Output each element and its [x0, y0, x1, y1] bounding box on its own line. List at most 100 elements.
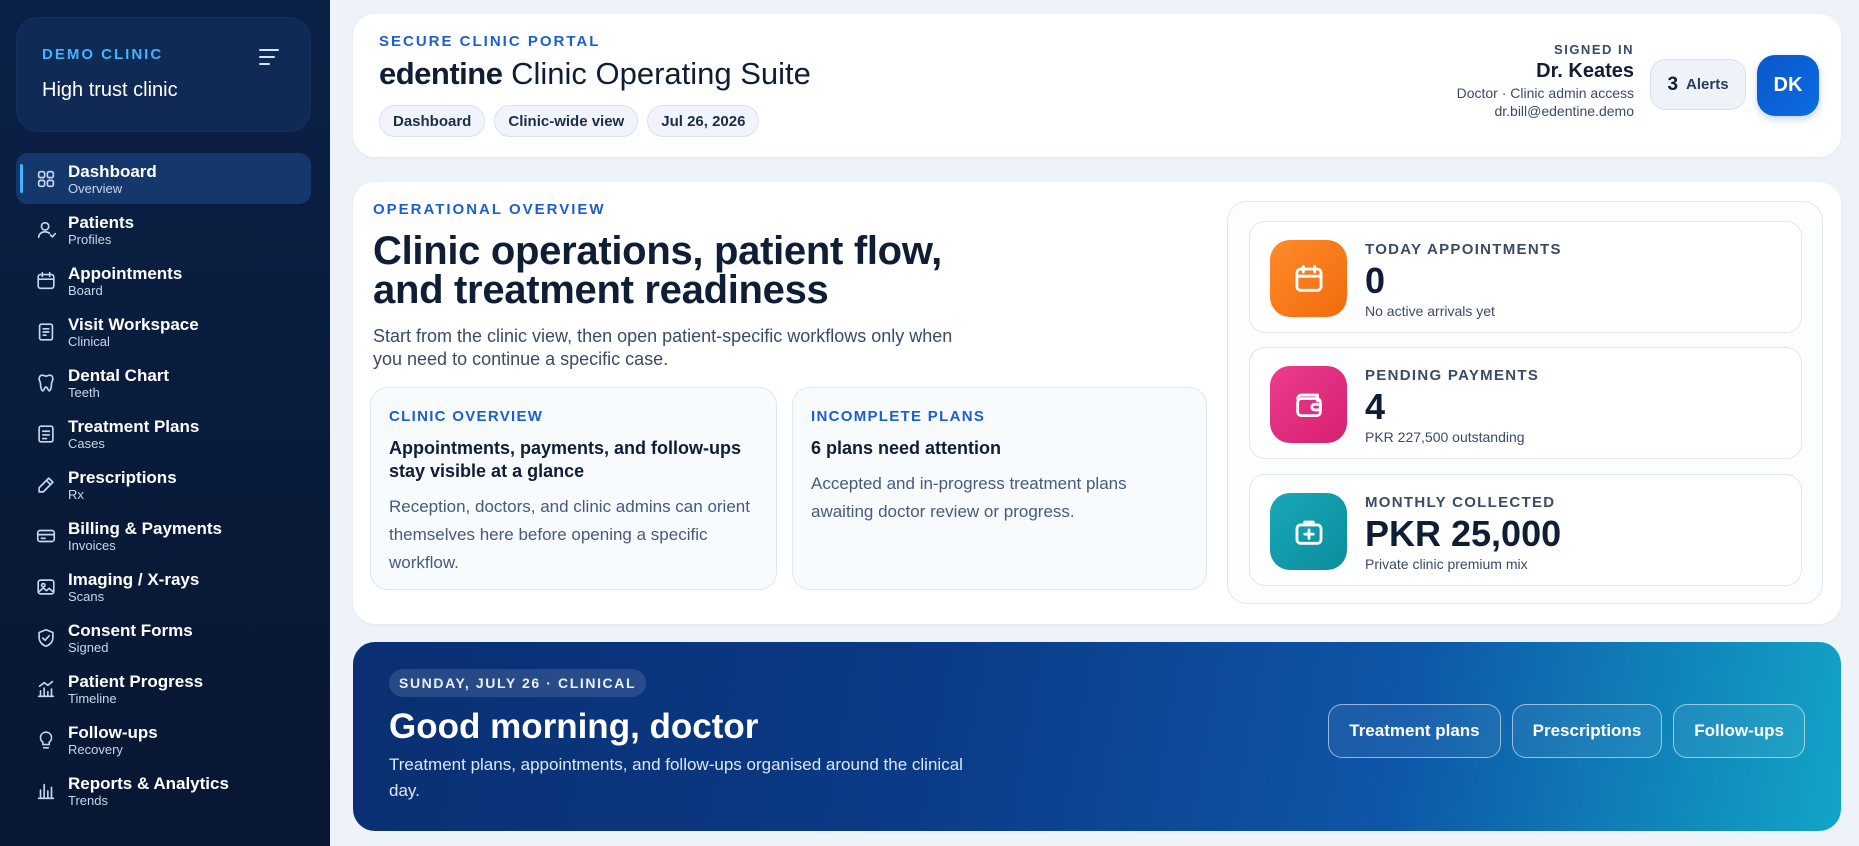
stat-label: PENDING PAYMENTS [1365, 367, 1540, 384]
signed-in-label: SIGNED IN [1554, 42, 1634, 57]
treatment-plans-button[interactable]: Treatment plans [1328, 704, 1501, 758]
sidebar-item-label: Patients [68, 213, 135, 232]
box-title: Appointments, payments, and follow-ups s… [389, 438, 742, 481]
sidebar-item-sublabel: Teeth [68, 385, 100, 400]
header-card: SECURE CLINIC PORTAL edentine Clinic Ope… [353, 14, 1841, 157]
sidebar-item-sublabel: Rx [68, 487, 84, 502]
stats-panel: TODAY APPOINTMENTS 0 No active arrivals … [1227, 201, 1823, 604]
menu-icon[interactable] [259, 49, 281, 65]
sidebar-item-treatment-plans[interactable]: Treatment Plans Cases [16, 408, 311, 459]
sidebar-item-sublabel: Overview [68, 181, 123, 196]
prescriptions-button[interactable]: Prescriptions [1511, 704, 1663, 758]
sidebar-item-billing[interactable]: Billing & Payments Invoices [16, 510, 311, 561]
box-eyebrow: INCOMPLETE PLANS [811, 408, 986, 425]
greeting-subtitle: Treatment plans, appointments, and follo… [389, 755, 963, 800]
sidebar-item-appointments[interactable]: Appointments Board [16, 255, 311, 306]
box-body: Accepted and in-progress treatment plans… [811, 474, 1127, 521]
grid-icon [35, 168, 57, 190]
bar-chart-icon [35, 780, 57, 802]
sidebar-item-dashboard[interactable]: Dashboard Overview [16, 153, 311, 204]
breadcrumb: Dashboard Clinic-wide view Jul 26, 2026 [379, 105, 760, 137]
stat-value: 4 [1365, 386, 1386, 427]
clipboard-icon [35, 321, 57, 343]
stat-label: TODAY APPOINTMENTS [1365, 241, 1562, 258]
sidebar-item-patients[interactable]: Patients Profiles [16, 204, 311, 255]
chip-date[interactable]: Jul 26, 2026 [647, 105, 760, 137]
follow-ups-button[interactable]: Follow-ups [1673, 704, 1805, 758]
avatar[interactable]: DK [1757, 55, 1819, 116]
sidebar-item-visit-workspace[interactable]: Visit Workspace Clinical [16, 306, 311, 357]
user-icon [35, 219, 57, 241]
sidebar-item-sublabel: Clinical [68, 334, 110, 349]
sidebar-item-label: Visit Workspace [68, 315, 199, 334]
credit-card-icon [35, 525, 57, 547]
lightbulb-icon [35, 729, 57, 751]
chip-clinic-wide-view[interactable]: Clinic-wide view [494, 105, 639, 137]
stat-note: Private clinic premium mix [1365, 556, 1528, 572]
alerts-count: 3 [1667, 73, 1679, 95]
document-icon [35, 423, 57, 445]
sidebar-item-label: Dental Chart [68, 366, 170, 385]
sidebar-item-sublabel: Recovery [68, 742, 123, 757]
alerts-button[interactable]: 3 Alerts [1650, 59, 1746, 110]
user-role: Doctor · Clinic admin access [1456, 85, 1634, 101]
sidebar-item-reports[interactable]: Reports & Analytics Trends [16, 765, 311, 816]
stat-note: No active arrivals yet [1365, 303, 1495, 319]
clinic-eyebrow: DEMO CLINIC [42, 46, 164, 63]
chip-dashboard[interactable]: Dashboard [379, 105, 486, 137]
sidebar-item-dental-chart[interactable]: Dental Chart Teeth [16, 357, 311, 408]
stat-monthly-collected[interactable]: MONTHLY COLLECTED PKR 25,000 Private cli… [1249, 474, 1802, 586]
app-title: edentine Clinic Operating Suite [379, 56, 811, 92]
progress-chart-icon [35, 678, 57, 700]
incomplete-plans-box[interactable]: INCOMPLETE PLANS 6 plans need attention … [792, 387, 1207, 590]
sidebar-item-sublabel: Cases [68, 436, 105, 451]
stat-pending-payments[interactable]: PENDING PAYMENTS 4 PKR 227,500 outstandi… [1249, 347, 1802, 459]
tooth-icon [35, 372, 57, 394]
sidebar-item-follow-ups[interactable]: Follow-ups Recovery [16, 714, 311, 765]
clinic-brand-card: DEMO CLINIC High trust clinic [16, 17, 311, 132]
user-email: dr.bill@edentine.demo [1494, 103, 1634, 119]
operational-overview-card: OPERATIONAL OVERVIEW Clinic operations, … [353, 182, 1841, 624]
sidebar-item-label: Reports & Analytics [68, 774, 229, 793]
wallet-icon [1270, 366, 1347, 443]
sidebar-item-sublabel: Trends [68, 793, 108, 808]
sidebar-item-sublabel: Scans [68, 589, 105, 604]
overview-title-line2: and treatment readiness [373, 268, 829, 312]
signed-in-info: SIGNED IN Dr. Keates Doctor · Clinic adm… [1374, 42, 1634, 119]
alerts-label: Alerts [1686, 76, 1729, 93]
greeting-title: Good morning, doctor [389, 707, 759, 746]
medical-kit-icon [1270, 493, 1347, 570]
stat-today-appointments[interactable]: TODAY APPOINTMENTS 0 No active arrivals … [1249, 221, 1802, 333]
sidebar-item-label: Dashboard [68, 162, 157, 181]
sidebar-nav: Dashboard Overview Patients Profiles Appoi… [16, 153, 311, 816]
sidebar-item-sublabel: Invoices [68, 538, 116, 553]
sidebar-item-label: Imaging / X-rays [68, 570, 200, 589]
sidebar: DEMO CLINIC High trust clinic Dashboard O… [0, 0, 330, 846]
shield-check-icon [35, 627, 57, 649]
calendar-icon [1270, 240, 1347, 317]
app-brand: edentine [379, 56, 503, 91]
clinic-name: High trust clinic [42, 79, 178, 101]
overview-eyebrow: OPERATIONAL OVERVIEW [373, 201, 606, 218]
sidebar-item-imaging[interactable]: Imaging / X-rays Scans [16, 561, 311, 612]
app-title-rest: Clinic Operating Suite [511, 56, 811, 91]
box-body: Reception, doctors, and clinic admins ca… [389, 497, 750, 572]
sidebar-item-sublabel: Signed [68, 640, 109, 655]
greeting-banner: SUNDAY, JULY 26 · CLINICAL Good morning,… [353, 642, 1841, 831]
sidebar-item-sublabel: Timeline [68, 691, 117, 706]
sidebar-item-label: Prescriptions [68, 468, 177, 487]
user-name: Dr. Keates [1536, 60, 1634, 82]
date-pill: SUNDAY, JULY 26 · CLINICAL [389, 669, 647, 697]
sidebar-item-label: Appointments [68, 264, 183, 283]
sidebar-item-consent-forms[interactable]: Consent Forms Signed [16, 612, 311, 663]
sidebar-item-prescriptions[interactable]: Prescriptions Rx [16, 459, 311, 510]
sidebar-item-sublabel: Profiles [68, 232, 112, 247]
sidebar-item-label: Follow-ups [68, 723, 158, 742]
sidebar-item-patient-progress[interactable]: Patient Progress Timeline [16, 663, 311, 714]
sidebar-item-label: Treatment Plans [68, 417, 200, 436]
overview-title-line1: Clinic operations, patient flow, [373, 229, 942, 273]
stat-value: 0 [1365, 260, 1386, 301]
stat-label: MONTHLY COLLECTED [1365, 494, 1556, 511]
box-eyebrow: CLINIC OVERVIEW [389, 408, 544, 425]
pen-icon [35, 474, 57, 496]
